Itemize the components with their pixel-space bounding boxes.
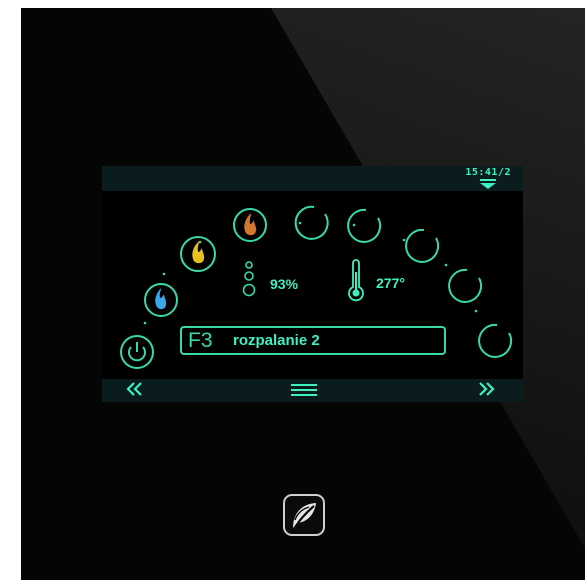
double-chevron-right-icon[interactable] (475, 380, 497, 398)
status-text: rozpalanie 2 (233, 332, 320, 349)
fan-bubbles-icon (242, 261, 256, 297)
stage-button-1[interactable] (144, 283, 178, 317)
stage-button-6 (405, 228, 439, 263)
program-arc (120, 205, 512, 369)
stage-button-2[interactable] (180, 236, 216, 272)
fan-power-value: 93% (270, 276, 299, 292)
stage-button-8 (478, 323, 512, 358)
flame-orange-icon (244, 213, 257, 236)
double-chevron-left-icon[interactable] (124, 380, 146, 398)
hamburger-menu-icon[interactable] (291, 383, 317, 397)
stage-button-3[interactable] (233, 208, 267, 242)
device-panel: 15:41/2 93% 277° F3 rozpalanie 2 (21, 8, 585, 580)
stage-button-7 (448, 268, 482, 303)
flame-blue-icon (155, 288, 167, 310)
status-code: F3 (188, 329, 213, 352)
thermometer-icon (348, 259, 364, 302)
temperature-value: 277° (376, 275, 405, 291)
leaf-logo-icon (283, 494, 325, 536)
power-button[interactable] (120, 335, 154, 369)
status-bar: F3 rozpalanie 2 (180, 326, 446, 355)
bottom-bar (102, 379, 523, 402)
touch-screen: 15:41/2 93% 277° F3 rozpalanie 2 (102, 166, 523, 402)
flame-yellow-icon (192, 241, 205, 264)
stage-button-5 (347, 208, 381, 243)
